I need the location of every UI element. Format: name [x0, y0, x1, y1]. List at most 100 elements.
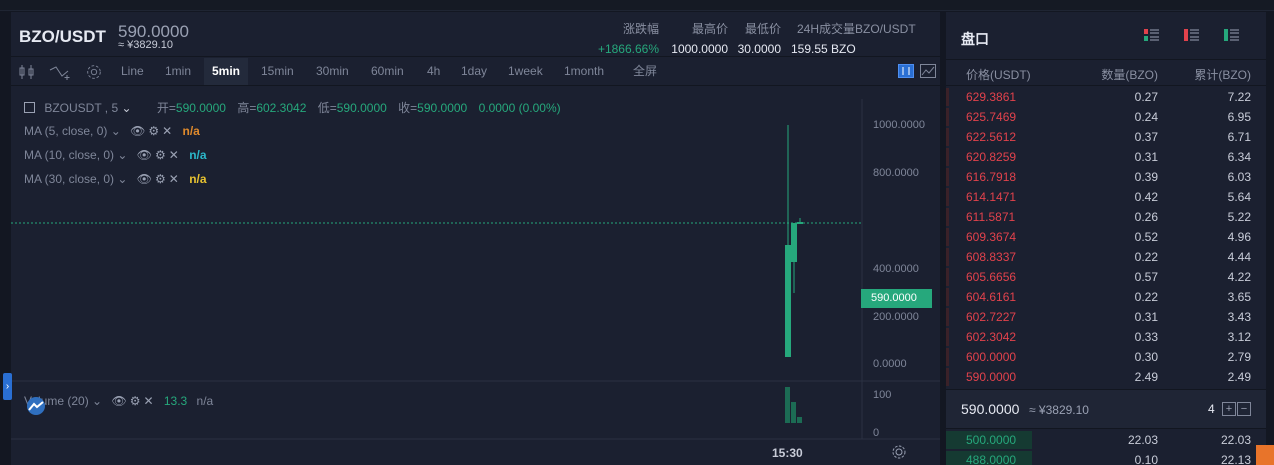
ask-qty: 0.26	[1134, 210, 1158, 224]
bid-qty: 0.10	[1134, 453, 1158, 465]
low-stat: 最低价 30.0000	[726, 20, 781, 56]
ask-qty: 0.24	[1134, 110, 1158, 124]
ask-row[interactable]: 590.0000 2.49 2.49	[946, 367, 1266, 387]
ma30-chevron-down-icon[interactable]: ⌄	[117, 172, 127, 186]
ask-row[interactable]: 629.3861 0.27 7.22	[946, 87, 1266, 107]
interval-1day[interactable]: 1day	[461, 58, 487, 85]
ask-depth-bar	[946, 188, 949, 206]
volume-stat: 24H成交量BZO/USDT 159.55 BZO	[789, 20, 927, 56]
chart-toolbar: Line 1min 5min 15min 30min 60min 4h 1day…	[11, 58, 940, 86]
ma5-label: MA (5, close, 0)	[24, 124, 108, 138]
volume-bar-3	[797, 417, 802, 423]
volume-legend[interactable]: Volume (20) ⌄ 👁⚙✕ 13.3 n/a	[24, 394, 213, 408]
settings-gear-icon[interactable]	[84, 63, 104, 81]
precision-plus-button[interactable]: +	[1222, 402, 1236, 416]
interval-30min[interactable]: 30min	[316, 58, 349, 85]
orderbook-bids-mode-icon[interactable]	[1224, 29, 1240, 41]
orderbook-header: 盘口	[946, 12, 1266, 60]
chart-symbol-legend: BZOUSDT , 5 ⌄ 开=590.0000 高=602.3042 低=59…	[24, 99, 561, 116]
ask-row[interactable]: 620.8259 0.31 6.34	[946, 147, 1266, 167]
ask-qty: 0.33	[1134, 330, 1158, 344]
ask-total: 3.65	[1227, 290, 1251, 304]
ask-depth-bar	[946, 88, 949, 106]
volume-chevron-down-icon[interactable]: ⌄	[92, 394, 102, 408]
ma10-legend[interactable]: MA (10, close, 0) ⌄ 👁⚙✕ n/a	[24, 148, 207, 162]
symbol-chevron-down-icon[interactable]: ⌄	[121, 101, 131, 115]
interval-4h[interactable]: 4h	[427, 58, 440, 85]
ask-row[interactable]: 605.6656 0.57 4.22	[946, 267, 1266, 287]
ma5-controls-icon[interactable]: 👁⚙✕	[130, 124, 175, 138]
expand-sidebar-handle[interactable]: ›	[3, 373, 12, 400]
corner-logo-icon	[1256, 445, 1274, 465]
ask-row[interactable]: 604.6161 0.22 3.65	[946, 287, 1266, 307]
interval-15min[interactable]: 15min	[261, 58, 294, 85]
ask-qty: 0.37	[1134, 130, 1158, 144]
low-label-legend: 低=	[317, 101, 337, 115]
ask-total: 2.49	[1227, 370, 1251, 384]
ask-row[interactable]: 616.7918 0.39 6.03	[946, 167, 1266, 187]
change-legend: 0.0000 (0.00%)	[478, 101, 561, 115]
candle-3-body	[797, 222, 803, 224]
ma30-legend[interactable]: MA (30, close, 0) ⌄ 👁⚙✕ n/a	[24, 172, 207, 186]
ask-depth-bar	[946, 268, 949, 286]
mid-price: 590.0000	[961, 401, 1020, 417]
ask-total: 6.03	[1227, 170, 1251, 184]
ask-row[interactable]: 614.1471 0.42 5.64	[946, 187, 1266, 207]
ma10-chevron-down-icon[interactable]: ⌄	[117, 148, 127, 162]
ask-row[interactable]: 608.8337 0.22 4.44	[946, 247, 1266, 267]
ask-qty: 0.57	[1134, 270, 1158, 284]
bid-row[interactable]: 500.0000 22.03 22.03	[946, 430, 1266, 450]
ask-row[interactable]: 602.3042 0.33 3.12	[946, 327, 1266, 347]
candlestick-icon[interactable]	[17, 63, 37, 81]
ma5-legend[interactable]: MA (5, close, 0) ⌄ 👁⚙✕ n/a	[24, 124, 200, 138]
kline-chart[interactable]: BZOUSDT , 5 ⌄ 开=590.0000 高=602.3042 低=59…	[11, 87, 940, 465]
open-value: 590.0000	[175, 101, 226, 115]
price-tick-800: 800.0000	[873, 167, 919, 179]
ask-total: 5.64	[1227, 190, 1251, 204]
ask-depth-bar	[946, 368, 949, 386]
candle-1-body	[785, 245, 791, 357]
interval-line[interactable]: Line	[121, 58, 144, 85]
high-label: 最高价	[691, 22, 728, 36]
ask-row[interactable]: 622.5612 0.37 6.71	[946, 127, 1266, 147]
ask-qty: 0.42	[1134, 190, 1158, 204]
orderbook-asks-mode-icon[interactable]	[1184, 29, 1200, 41]
precision-minus-button[interactable]: −	[1237, 402, 1251, 416]
ask-row[interactable]: 625.7469 0.24 6.95	[946, 107, 1266, 127]
orderbook-panel: 盘口 价格(USDT) 数量(BZO) 累计(BZO) 629.3861 0.27…	[946, 12, 1266, 465]
ask-price: 604.6161	[966, 290, 1017, 304]
chart-depth-mode-icon[interactable]	[920, 64, 936, 78]
interval-60min[interactable]: 60min	[371, 58, 404, 85]
ask-qty: 0.31	[1134, 310, 1158, 324]
interval-1week[interactable]: 1week	[508, 58, 543, 85]
change-value: +1866.66%	[597, 42, 659, 56]
volume-indicator-value2: n/a	[196, 394, 214, 408]
fullscreen-button[interactable]: 全屏	[633, 58, 657, 85]
ask-row[interactable]: 609.3674 0.52 4.96	[946, 227, 1266, 247]
ma30-controls-icon[interactable]: 👁⚙✕	[137, 172, 182, 186]
ask-row[interactable]: 602.7227 0.31 3.43	[946, 307, 1266, 327]
indicator-icon[interactable]	[49, 63, 73, 81]
volume-controls-icon[interactable]: 👁⚙✕	[111, 394, 156, 408]
volume-bar-1	[785, 387, 790, 423]
orderbook-both-mode-icon[interactable]	[1144, 29, 1160, 41]
chart-settings-gear-icon[interactable]	[891, 444, 907, 460]
collapse-legend-icon[interactable]	[24, 102, 35, 113]
price-tick-200: 200.0000	[873, 311, 919, 323]
ma10-controls-icon[interactable]: 👁⚙✕	[137, 148, 182, 162]
interval-5min[interactable]: 5min	[204, 58, 249, 85]
ask-price: 629.3861	[966, 90, 1017, 104]
ask-qty: 0.27	[1134, 90, 1158, 104]
ask-depth-bar	[946, 308, 949, 326]
interval-1month[interactable]: 1month	[564, 58, 604, 85]
open-label: 开=	[156, 101, 176, 115]
ask-total: 4.22	[1227, 270, 1251, 284]
ask-row[interactable]: 600.0000 0.30 2.79	[946, 347, 1266, 367]
ask-row[interactable]: 611.5871 0.26 5.22	[946, 207, 1266, 227]
bid-qty: 22.03	[1127, 433, 1158, 447]
bid-row[interactable]: 488.0000 0.10 22.13	[946, 450, 1266, 465]
ask-qty: 2.49	[1134, 370, 1158, 384]
ma5-chevron-down-icon[interactable]: ⌄	[111, 124, 121, 138]
chart-candle-mode-icon[interactable]	[898, 64, 914, 78]
interval-1min[interactable]: 1min	[165, 58, 191, 85]
